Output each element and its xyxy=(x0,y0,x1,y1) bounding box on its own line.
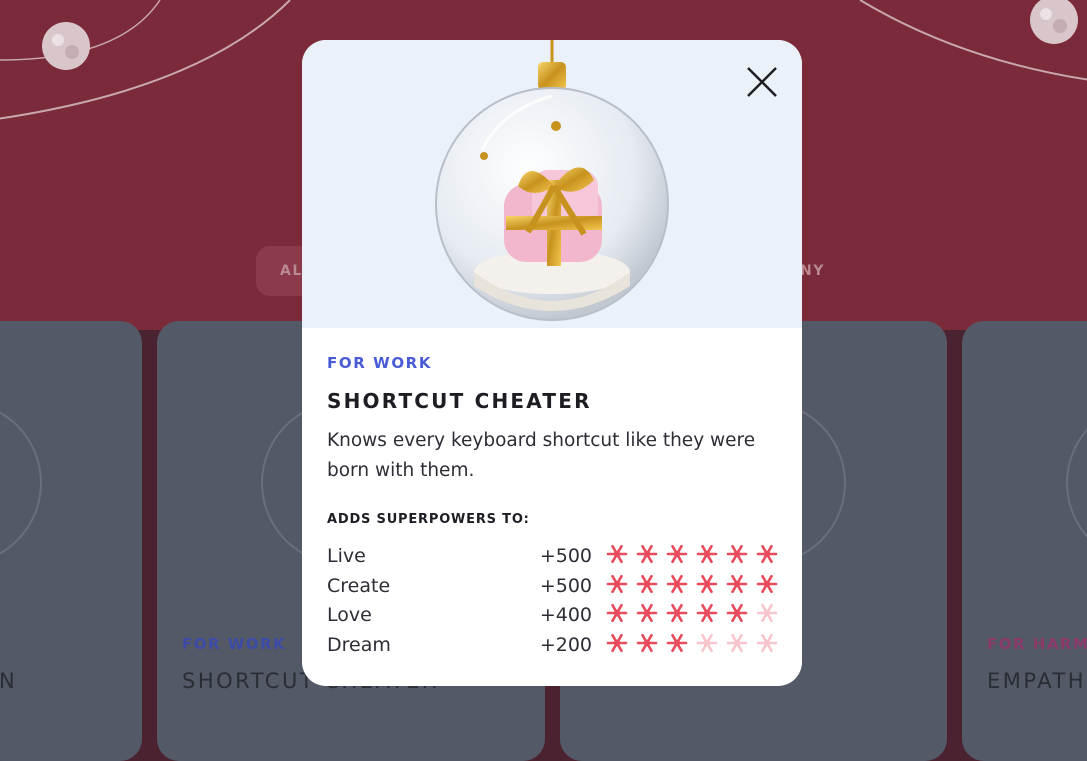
snowflake-icon xyxy=(696,603,718,623)
product-detail-modal: FOR WORK SHORTCUT CHEATER Knows every ke… xyxy=(302,40,802,686)
christmas-ornament-gift-icon xyxy=(435,40,669,321)
snowball-ornament-icon xyxy=(1030,0,1078,44)
snowflake-icon xyxy=(666,544,688,564)
stat-rating xyxy=(606,543,786,569)
stat-row-love: Love +400 xyxy=(327,602,778,632)
snowflake-icon xyxy=(696,633,718,653)
card-ornament-image xyxy=(1066,401,1087,565)
snowflake-icon xyxy=(726,544,748,564)
product-title: SHORTCUT CHEATER xyxy=(327,389,592,413)
card-title: EMPATH xyxy=(987,669,1087,693)
snowflake-icon xyxy=(636,603,658,623)
snowflake-icon xyxy=(636,544,658,564)
snowflake-icon xyxy=(636,574,658,594)
snowflake-icon xyxy=(726,633,748,653)
modal-hero-image xyxy=(302,40,802,328)
product-category: FOR WORK xyxy=(327,354,433,372)
card-ornament-image xyxy=(0,401,42,565)
stat-row-dream: Dream +200 xyxy=(327,632,778,662)
stat-label: Love xyxy=(327,604,372,626)
stat-rating xyxy=(606,602,786,628)
snowflake-icon xyxy=(636,633,658,653)
snowflake-icon xyxy=(666,633,688,653)
stat-label: Live xyxy=(327,545,366,567)
product-card[interactable]: FOR HARMO EMPATH xyxy=(962,321,1087,761)
snowball-ornament-icon xyxy=(42,22,90,70)
stat-rating xyxy=(606,573,786,599)
snowflake-icon xyxy=(606,574,628,594)
stat-row-live: Live +500 xyxy=(327,543,778,573)
snowflake-icon xyxy=(756,633,778,653)
product-card[interactable]: ON xyxy=(0,321,142,761)
snowflake-icon xyxy=(726,603,748,623)
card-title: ON xyxy=(0,669,18,693)
stat-label: Dream xyxy=(327,634,391,656)
stat-value: +500 xyxy=(539,575,592,597)
snowflake-icon xyxy=(726,574,748,594)
snowflake-icon xyxy=(666,574,688,594)
stat-value: +400 xyxy=(539,604,592,626)
stat-value: +200 xyxy=(539,634,592,656)
product-description: Knows every keyboard shortcut like they … xyxy=(327,430,756,481)
snowflake-icon xyxy=(756,603,778,623)
card-category: FOR WORK xyxy=(182,635,287,653)
snowflake-icon xyxy=(666,603,688,623)
close-icon[interactable] xyxy=(744,64,780,100)
card-category: FOR HARMO xyxy=(987,635,1087,653)
snowflake-icon xyxy=(606,603,628,623)
snowflake-icon xyxy=(756,544,778,564)
snowflake-icon xyxy=(606,544,628,564)
stat-rating xyxy=(606,632,786,658)
stat-label: Create xyxy=(327,575,391,597)
snowflake-icon xyxy=(696,574,718,594)
snowflake-icon xyxy=(756,574,778,594)
stat-value: +500 xyxy=(539,545,592,567)
stat-row-create: Create +500 xyxy=(327,573,778,603)
snowflake-icon xyxy=(696,544,718,564)
superpowers-heading: ADDS SUPERPOWERS TO: xyxy=(327,512,530,527)
snowflake-icon xyxy=(606,633,628,653)
